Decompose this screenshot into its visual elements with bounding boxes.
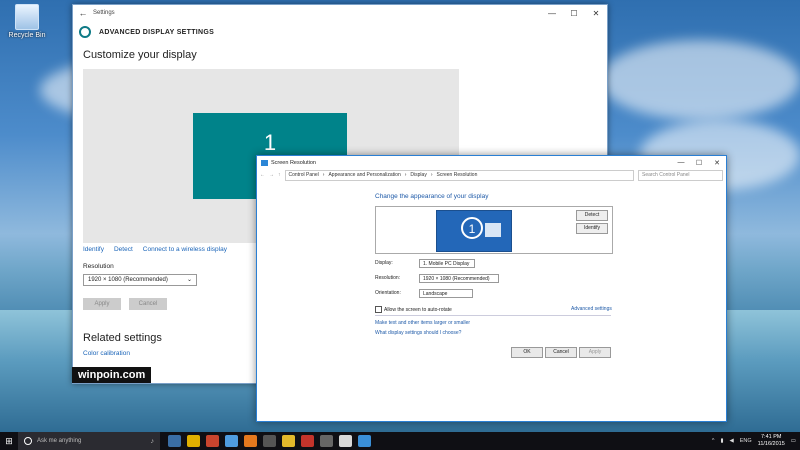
cortana-icon [24,437,32,445]
breadcrumb-item[interactable]: Control Panel [289,172,319,178]
chevron-up-icon[interactable]: ^ [712,438,715,444]
detect-link[interactable]: Detect [114,246,133,253]
taskbar-app-icon[interactable] [206,435,219,447]
chevron-down-icon: ⌄ [186,277,192,283]
monitor-number: 1 [461,217,483,239]
network-icon[interactable]: ▮ [720,438,723,444]
identify-link[interactable]: Identify [83,246,104,253]
screen-resolution-window: Screen Resolution — ☐ ✕ ← → ↑ Control Pa… [256,155,727,422]
windows-start-icon[interactable]: ⊞ [0,436,18,447]
forward-icon[interactable]: → [269,172,274,178]
resolution-dropdown[interactable]: 1920 × 1080 (Recommended) [419,274,499,283]
maximize-button[interactable]: ☐ [563,9,585,18]
volume-icon[interactable]: ◀ [730,438,734,444]
taskbar-app-icon[interactable] [339,435,352,447]
language-indicator[interactable]: ENG [740,438,752,444]
recycle-bin-icon [15,4,39,30]
cortana-search[interactable]: Ask me anything ♪ [18,432,160,450]
apply-button[interactable]: Apply [83,298,121,310]
checkbox-icon [375,306,382,313]
settings-app-title: Settings [93,10,115,16]
orientation-label: Orientation: [375,290,401,296]
back-icon[interactable]: ← [260,172,265,178]
clock[interactable]: 7:41 PM 11/16/2015 [758,434,785,448]
taskbar-app-icon[interactable] [225,435,238,447]
taskbar-app-icon[interactable] [168,435,181,447]
cloud [600,40,800,120]
autorotate-checkbox[interactable]: Allow the screen to auto-rotate [375,306,452,313]
watermark: winpoin.com [72,367,152,383]
wireless-display-link[interactable]: Connect to a wireless display [143,246,227,253]
dialog-titlebar: Screen Resolution — ☐ ✕ [257,156,726,169]
up-icon[interactable]: ↑ [278,172,281,178]
breadcrumb-item[interactable]: Display [410,172,426,178]
advanced-settings-link[interactable]: Advanced settings [571,306,612,312]
notifications-icon[interactable]: ▭ [791,438,796,444]
monitor-thumbnail[interactable]: 1 [436,210,512,252]
display-dropdown[interactable]: 1. Mobile PC Display [419,259,475,268]
back-arrow-icon[interactable]: ← [73,8,93,18]
taskbar-app-icon[interactable] [301,435,314,447]
orientation-dropdown[interactable]: Landscape [419,289,473,298]
breadcrumb-item[interactable]: Screen Resolution [437,172,478,178]
clock-time: 7:41 PM [760,434,782,440]
display-arrangement: 1 Detect Identify [375,206,613,254]
minimize-button[interactable]: — [672,159,690,167]
color-calibration-link[interactable]: Color calibration [83,350,130,357]
breadcrumb[interactable]: Control Panel › Appearance and Personaliz… [284,169,634,181]
divider [375,315,611,316]
display-links: Identify Detect Connect to a wireless di… [83,246,227,253]
desktop-icon-label: Recycle Bin [8,32,46,39]
related-settings-heading: Related settings [83,332,162,344]
resolution-value: 1920 × 1080 (Recommended) [88,277,168,283]
clock-date: 11/16/2015 [757,441,785,447]
resolution-label: Resolution [83,263,114,270]
pinned-apps [168,435,371,447]
text-size-link[interactable]: Make text and other items larger or smal… [375,320,470,326]
resolution-dropdown[interactable]: 1920 × 1080 (Recommended) ⌄ [83,274,197,286]
recycle-bin-shortcut[interactable]: Recycle Bin [4,4,50,39]
identify-button[interactable]: Identify [576,223,608,234]
taskbar-app-icon[interactable] [263,435,276,447]
taskbar-app-icon[interactable] [320,435,333,447]
resolution-label: Resolution: [375,275,401,281]
dialog-heading: Change the appearance of your display [375,193,489,200]
settings-header: ADVANCED DISPLAY SETTINGS [73,21,607,43]
monitor-icon [261,159,268,166]
settings-titlebar: ← Settings — ☐ ✕ [73,5,607,21]
section-title: ADVANCED DISPLAY SETTINGS [99,28,215,36]
system-tray: ^ ▮ ◀ ENG 7:41 PM 11/16/2015 ▭ [712,434,800,448]
maximize-button[interactable]: ☐ [690,159,708,167]
detect-button[interactable]: Detect [576,210,608,221]
search-placeholder: Ask me anything [37,438,82,444]
taskbar-app-icon[interactable] [358,435,371,447]
close-button[interactable]: ✕ [585,9,607,18]
page-title: Customize your display [83,49,197,61]
address-bar: ← → ↑ Control Panel › Appearance and Pers… [257,169,726,181]
taskbar-app-icon[interactable] [244,435,257,447]
cancel-button[interactable]: Cancel [545,347,577,358]
cancel-button[interactable]: Cancel [129,298,167,310]
display-label: Display: [375,260,393,266]
calculator-icon [485,223,501,237]
close-button[interactable]: ✕ [708,159,726,167]
microphone-icon[interactable]: ♪ [151,438,155,445]
ok-button[interactable]: OK [511,347,543,358]
search-input[interactable]: Search Control Panel [638,169,723,181]
breadcrumb-item[interactable]: Appearance and Personalization [328,172,400,178]
taskbar-app-icon[interactable] [282,435,295,447]
gear-icon [79,26,91,38]
apply-button[interactable]: Apply [579,347,611,358]
minimize-button[interactable]: — [541,9,563,18]
help-link[interactable]: What display settings should I choose? [375,330,461,336]
autorotate-label: Allow the screen to auto-rotate [384,306,452,313]
dialog-title: Screen Resolution [271,159,316,166]
taskbar-app-icon[interactable] [187,435,200,447]
taskbar: ⊞ Ask me anything ♪ ^ ▮ ◀ ENG 7:41 PM 11… [0,432,800,450]
